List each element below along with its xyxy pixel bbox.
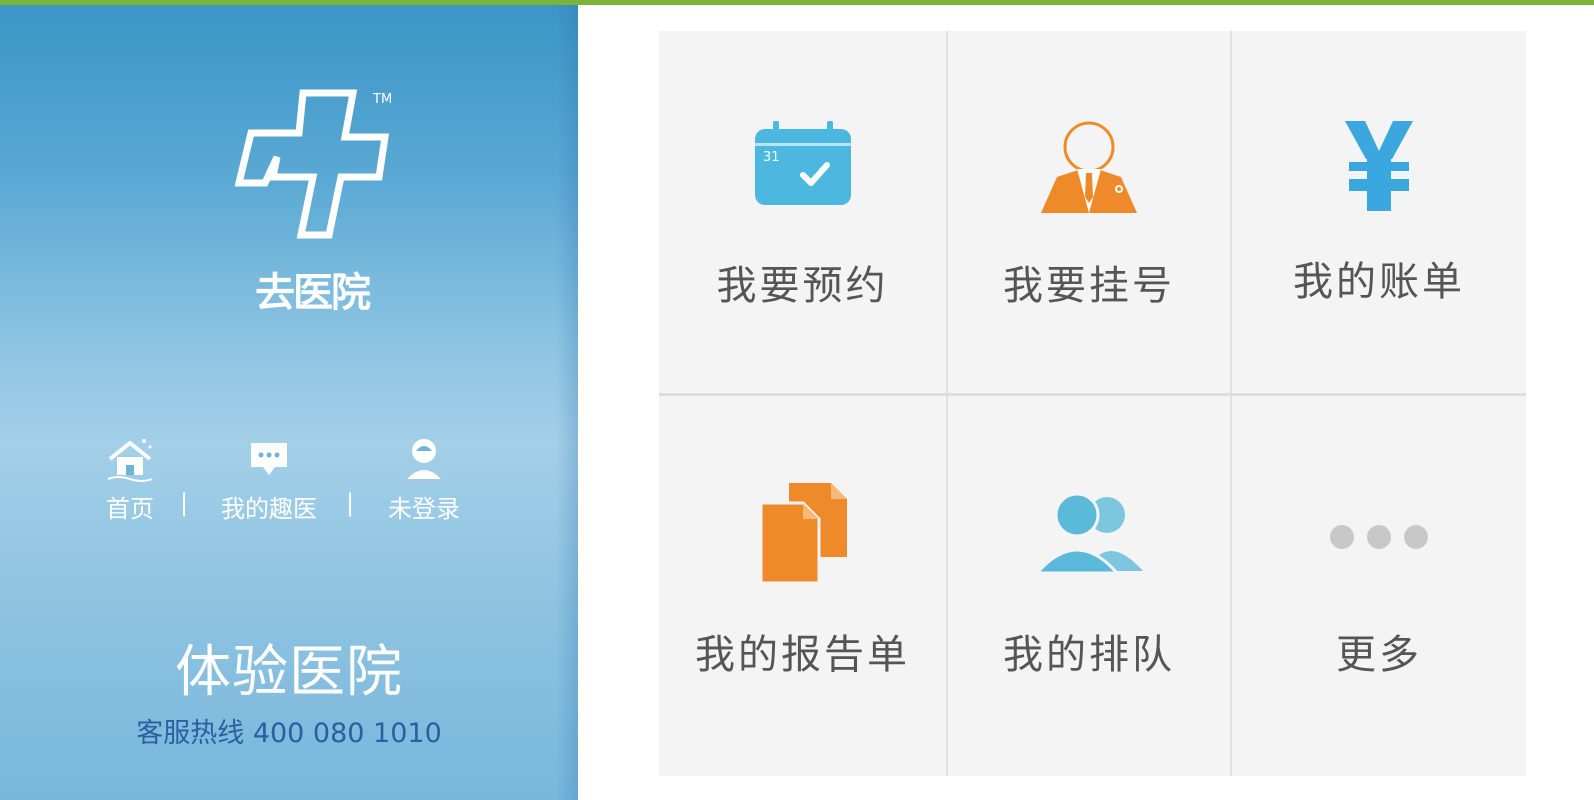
nav-label-home: 首页	[106, 495, 154, 523]
menu-item-queue[interactable]: 我的排队	[948, 396, 1230, 776]
calendar-day-number: 31	[763, 150, 780, 165]
home-icon	[107, 439, 153, 482]
grid-divider	[1230, 31, 1232, 776]
cross-logo-icon: TM	[234, 89, 392, 239]
hospital-name: 体验医院	[175, 640, 403, 705]
nav-label-my-quyi: 我的趣医	[221, 495, 317, 523]
menu-label-more: 更多	[1336, 632, 1422, 678]
documents-icon	[759, 483, 847, 585]
nav-item-login[interactable]: 未登录	[381, 435, 467, 524]
menu-label-queue: 我的排队	[1003, 632, 1175, 678]
queue-icon	[1033, 492, 1143, 575]
user-icon	[407, 439, 441, 479]
grid-divider	[659, 393, 1526, 396]
nav-separator: |	[346, 489, 355, 517]
menu-label-register: 我要挂号	[1003, 263, 1175, 309]
grid-divider	[946, 31, 948, 776]
menu-label-appointment: 我要预约	[716, 263, 889, 309]
menu-item-reports[interactable]: 我的报告单	[659, 396, 946, 776]
more-icon	[1330, 525, 1428, 549]
menu-item-more[interactable]: 更多	[1232, 396, 1526, 776]
nav-label-login: 未登录	[388, 495, 460, 523]
menu-label-reports: 我的报告单	[695, 632, 910, 678]
nav-item-home[interactable]: 首页	[100, 435, 160, 524]
logo-text: 去医院	[255, 270, 371, 316]
menu-item-register[interactable]: 我要挂号	[948, 31, 1230, 393]
service-hotline[interactable]: 客服热线 400 080 1010	[0, 711, 578, 750]
doctor-icon	[1041, 121, 1137, 213]
nav-separator: |	[180, 489, 189, 517]
menu-item-bills[interactable]: 我的账单	[1232, 31, 1526, 393]
nav-item-my-quyi[interactable]: 我的趣医	[213, 435, 325, 524]
feature-grid: 31 我要预约 我要挂号 我的账单 我的报告单 我的排队 更多	[659, 31, 1526, 776]
yen-icon	[1345, 121, 1413, 211]
menu-label-bills: 我的账单	[1293, 259, 1465, 305]
chat-icon	[251, 443, 287, 475]
calendar-icon: 31	[754, 121, 851, 205]
sidebar-panel: TM 去医院 首页 | 我的趣医 | 未登录 体验医院 客服热线 400 080…	[0, 5, 578, 800]
sidebar-nav: 首页 | 我的趣医 | 未登录	[0, 435, 578, 535]
menu-item-appointment[interactable]: 31 我要预约	[659, 31, 946, 393]
app-logo[interactable]: TM 去医院	[225, 85, 415, 325]
trademark-mark: TM	[372, 92, 392, 107]
